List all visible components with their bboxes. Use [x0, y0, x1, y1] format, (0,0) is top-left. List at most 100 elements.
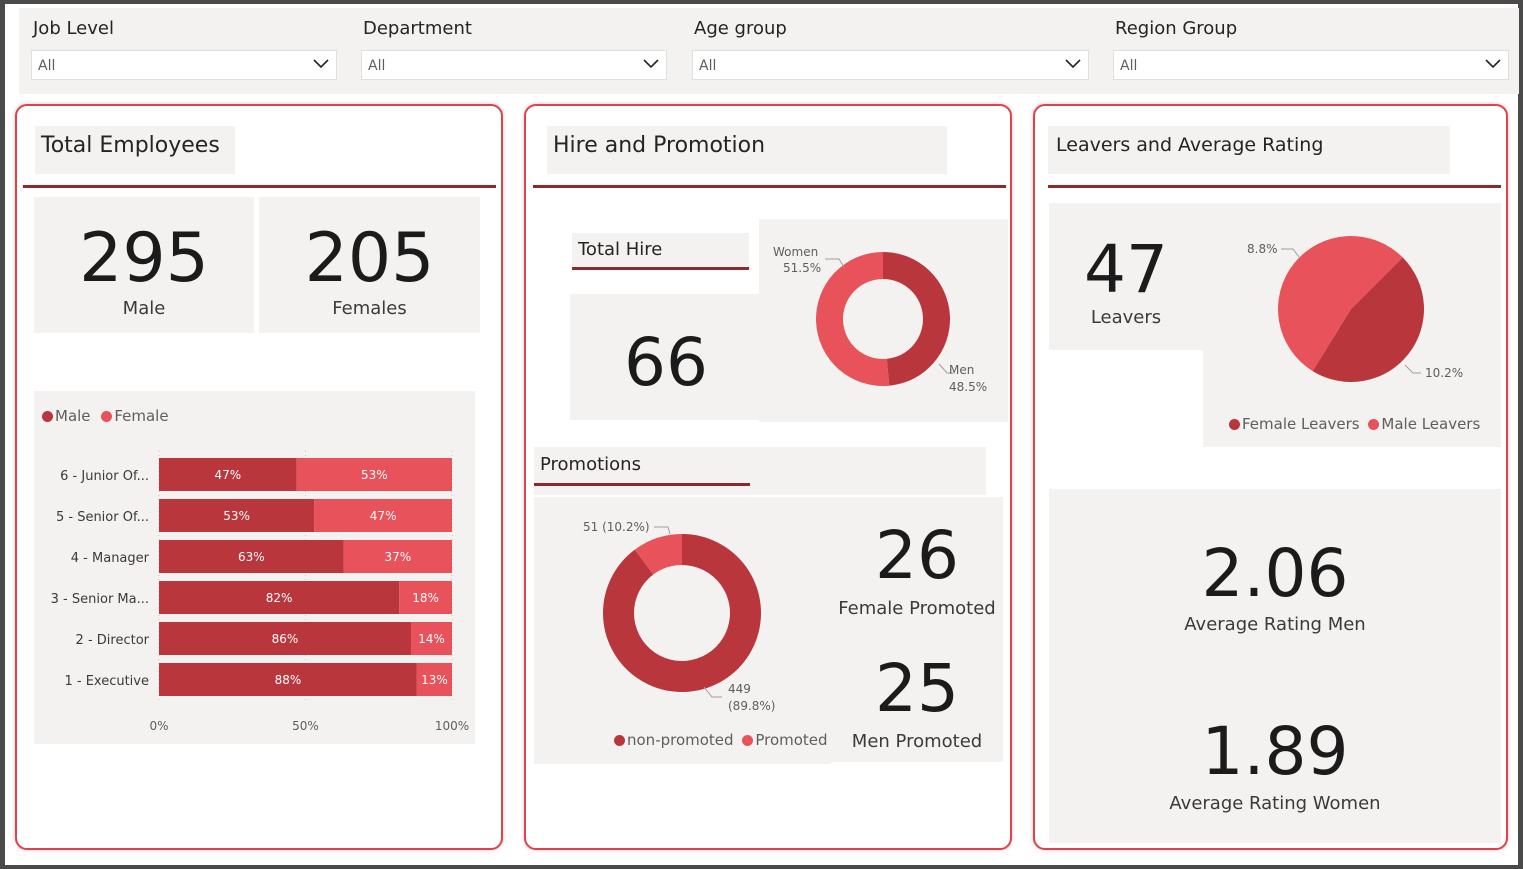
bar-data-label: 47%	[370, 509, 397, 523]
avg-rating-men-label: Average Rating Men	[1184, 614, 1366, 635]
legend-item-male-leavers[interactable]: Male Leavers	[1368, 415, 1480, 433]
promotions-title: Promotions	[534, 447, 986, 495]
region-group-value: All	[1120, 58, 1138, 74]
slice-value-non-promoted: (89.8%)	[728, 699, 775, 713]
age-group-value: All	[699, 58, 717, 74]
report-canvas: Job Level All Department All Age group A…	[5, 4, 1519, 865]
legend-item-female-leavers[interactable]: Female Leavers	[1229, 415, 1360, 433]
bar-data-label: 18%	[412, 591, 439, 605]
category-label: 6 - Junior Of...	[60, 469, 149, 484]
donut-slice-women	[816, 252, 890, 386]
bar-data-label: 63%	[238, 550, 265, 564]
job-level-label: Job Level	[33, 18, 114, 39]
job-level-dropdown[interactable]: All	[31, 50, 337, 80]
chevron-down-icon	[643, 59, 659, 69]
bar-data-label: 53%	[361, 468, 388, 482]
department-dropdown[interactable]: All	[361, 50, 667, 80]
men-promoted-value: 25	[875, 650, 959, 727]
title-underline	[1048, 185, 1501, 188]
average-rating-tile: 2.06 Average Rating Men 1.89 Average Rat…	[1049, 489, 1501, 843]
avg-rating-women-value: 1.89	[1201, 713, 1349, 790]
slice-label-women: Women	[773, 245, 818, 259]
hire-promotion-card: Hire and Promotion Total Hire 66 Women 51…	[524, 104, 1012, 850]
x-tick-label: 50%	[292, 719, 319, 733]
card-title: Hire and Promotion	[547, 126, 947, 174]
x-tick-label: 0%	[149, 719, 168, 733]
category-label: 5 - Senior Of...	[56, 510, 149, 525]
total-employees-card: Total Employees 295 Male 205 Females Mal…	[15, 104, 503, 850]
male-leavers-swatch-icon	[1368, 419, 1380, 430]
female-promoted-label: Female Promoted	[838, 598, 996, 619]
category-label: 3 - Senior Ma...	[51, 592, 149, 607]
leavers-count-tile: 47 Leavers	[1049, 203, 1203, 350]
region-group-label: Region Group	[1115, 18, 1238, 39]
male-count-tile: 295 Male	[34, 197, 254, 333]
bar-data-label: 86%	[272, 632, 299, 646]
bar-data-label: 53%	[223, 509, 250, 523]
bar-data-label: 82%	[266, 591, 293, 605]
total-hire-underline	[572, 267, 749, 270]
total-hire-title: Total Hire	[572, 233, 749, 267]
female-count-value: 205	[304, 219, 435, 298]
avg-rating-men-value: 2.06	[1201, 535, 1349, 612]
chevron-down-icon	[1485, 59, 1501, 69]
male-count-label: Male	[122, 298, 166, 319]
gender-by-level-chart: Male Female 0% 50% 100% 6 - Junior Of... 47%…	[34, 391, 475, 744]
hire-donut-svg: Women 51.5% Men 48.5%	[773, 245, 987, 394]
card-title: Total Employees	[35, 126, 235, 174]
slice-label-men: Men	[949, 363, 974, 377]
leader-line	[703, 686, 722, 698]
avg-rating-women-label: Average Rating Women	[1169, 793, 1381, 814]
legend-label-promoted: Promoted	[755, 731, 828, 749]
age-group-label: Age group	[694, 18, 787, 39]
total-hire-tile: 66	[570, 294, 762, 420]
promo-legend: non-promoted Promoted	[614, 731, 828, 749]
title-underline	[23, 185, 496, 188]
promotions-underline	[534, 483, 750, 486]
promo-donut-svg: 51 (10.2%) 449 (89.8%)	[583, 520, 775, 713]
legend-item-promoted[interactable]: Promoted	[742, 731, 828, 749]
chevron-down-icon	[1065, 59, 1081, 69]
legend-label-male-leavers: Male Leavers	[1381, 415, 1481, 433]
title-underline	[533, 185, 1006, 188]
bar-data-label: 37%	[384, 550, 411, 564]
legend-label-non-promoted: non-promoted	[627, 731, 734, 749]
x-tick-label: 100%	[435, 719, 469, 733]
category-label: 2 - Director	[76, 633, 150, 648]
promoted-counts-tile: 26 Female Promoted 25 Men Promoted	[831, 497, 1003, 762]
stacked-bar-svg: 0% 50% 100% 6 - Junior Of... 47% 53% 5 - Senio…	[51, 451, 469, 733]
men-promoted-label: Men Promoted	[851, 731, 983, 752]
female-count-label: Females	[332, 298, 407, 319]
female-promoted-value: 26	[875, 517, 959, 594]
department-label: Department	[363, 18, 472, 39]
bar-data-label: 47%	[215, 468, 242, 482]
slice-label-female-leavers: 8.8%	[1247, 242, 1278, 256]
slice-label-non-promoted: 449	[728, 682, 751, 696]
bar-data-label: 14%	[418, 632, 445, 646]
donut-slice-non-promoted	[603, 534, 761, 692]
legend-item-non-promoted[interactable]: non-promoted	[614, 731, 734, 749]
slice-label-male-leavers: 10.2%	[1425, 366, 1463, 380]
chevron-down-icon	[313, 59, 329, 69]
region-group-dropdown[interactable]: All	[1113, 50, 1509, 80]
non-promoted-swatch-icon	[614, 735, 625, 746]
hire-gender-donut: Women 51.5% Men 48.5%	[759, 219, 1008, 422]
leavers-label: Leavers	[1090, 307, 1162, 328]
legend-label-female-leavers: Female Leavers	[1242, 415, 1360, 433]
bar-data-label: 88%	[275, 673, 302, 687]
leavers-rating-card: Leavers and Average Rating 47 Leavers 8.…	[1033, 104, 1508, 850]
total-hire-value: 66	[624, 324, 708, 401]
filter-bar: Job Level All Department All Age group A…	[19, 8, 1519, 94]
leavers-pie: 8.8% 10.2% Female Leavers Male Leavers	[1203, 203, 1501, 447]
slice-value-men: 48.5%	[949, 380, 987, 394]
leavers-legend: Female Leavers Male Leavers	[1229, 415, 1480, 433]
female-count-tile: 205 Females	[259, 197, 480, 333]
leader-line	[654, 526, 671, 535]
age-group-dropdown[interactable]: All	[692, 50, 1089, 80]
slice-label-promoted: 51 (10.2%)	[583, 520, 650, 534]
male-count-value: 295	[79, 219, 209, 298]
leader-line	[1281, 248, 1300, 258]
leader-line	[1404, 364, 1421, 374]
leavers-pie-svg: 8.8% 10.2%	[1247, 236, 1463, 382]
card-title: Leavers and Average Rating	[1048, 126, 1450, 174]
